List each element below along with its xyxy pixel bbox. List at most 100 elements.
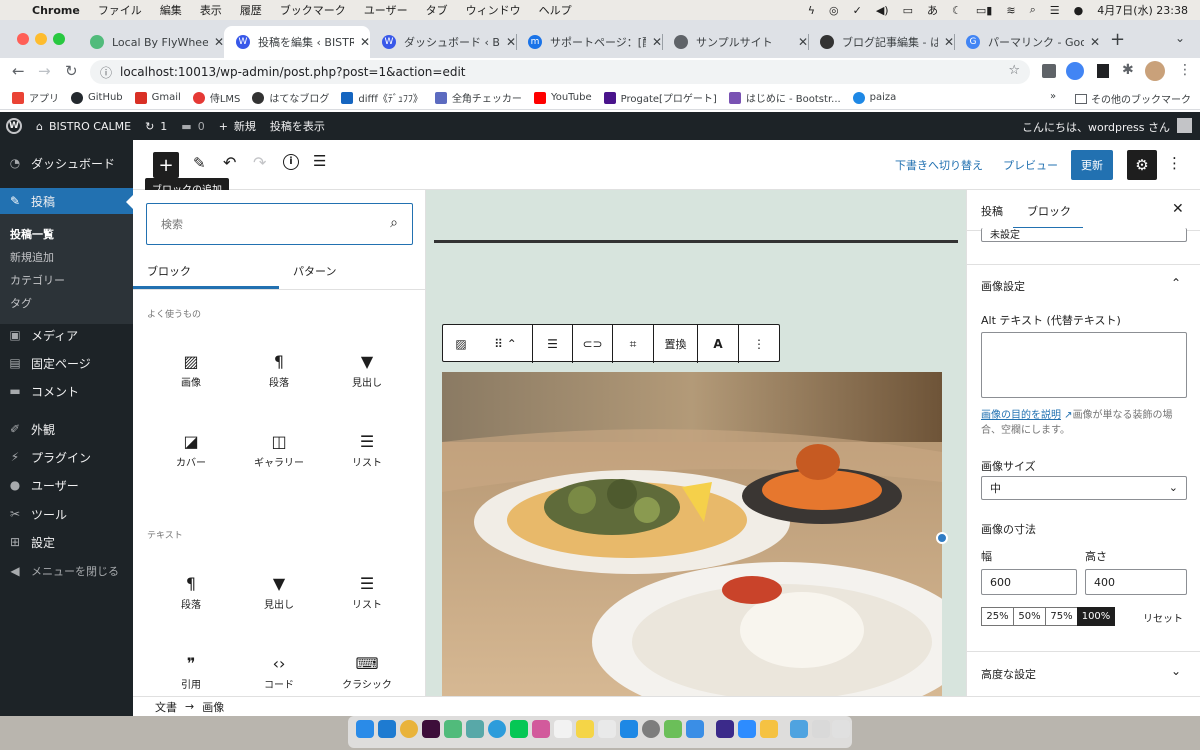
amazon-music-icon[interactable] — [716, 720, 734, 738]
browser-tab[interactable]: m サポートページ：[配 ✕ — [516, 26, 662, 58]
bookmark-item[interactable]: はてなブログ — [252, 90, 329, 105]
bookmark-item[interactable]: はじめに - Bootstr... — [728, 90, 841, 105]
browser-tab[interactable]: Local By FlyWheelで✕ — [78, 26, 224, 58]
admin-new[interactable]: + 新規 — [219, 118, 256, 134]
panel-title-image-settings[interactable]: 画像設定 — [981, 278, 1025, 294]
xd-icon[interactable] — [422, 720, 440, 738]
menu-item[interactable]: 表示 — [200, 2, 222, 18]
sidebar-item-tools[interactable]: ✂ ツール — [0, 501, 133, 527]
browser-tab[interactable]: G パーマリンク - Goog ✕ — [954, 26, 1100, 58]
close-icon[interactable]: ✕ — [652, 35, 662, 49]
reload-button[interactable]: ↻ — [65, 62, 78, 80]
width-input[interactable]: 600 — [981, 569, 1077, 595]
downloads-icon[interactable] — [812, 720, 830, 738]
block-item-heading[interactable]: ▼ 見出し — [323, 350, 411, 389]
maximize-window-button[interactable] — [53, 33, 65, 45]
alt-purpose-link[interactable]: 画像の目的を説明 — [981, 410, 1061, 421]
size-75-button[interactable]: 75% — [1045, 607, 1078, 626]
sidebar-item-pages[interactable]: ▤ 固定ページ — [0, 350, 133, 376]
system-preferences-icon[interactable] — [642, 720, 660, 738]
volume-icon[interactable]: ◀) — [876, 4, 889, 17]
add-block-button[interactable]: + — [153, 152, 179, 178]
tools-pencil-icon[interactable]: ✎ — [193, 154, 206, 172]
close-window-button[interactable] — [17, 33, 29, 45]
skype-icon[interactable] — [488, 720, 506, 738]
link-icon[interactable]: ⊂⊃ — [573, 325, 613, 363]
block-item-image[interactable]: ▨ 画像 — [147, 350, 235, 389]
chevron-down-icon[interactable]: ⌄ — [1171, 664, 1181, 678]
tab-post[interactable]: 投稿 — [981, 203, 1003, 219]
back-button[interactable]: ← — [12, 62, 25, 80]
block-item-list[interactable]: ☰ リスト — [323, 430, 411, 469]
settings-gear-icon[interactable]: ⚙ — [1127, 150, 1157, 180]
bookmark-item[interactable]: 全角チェッカー — [434, 90, 522, 105]
block-item-classic[interactable]: ⌨ クラシック — [323, 652, 411, 691]
clock[interactable]: 4月7日(水) 23:38 — [1097, 2, 1188, 18]
preview-button[interactable]: プレビュー — [1003, 157, 1058, 173]
separator-block[interactable] — [434, 240, 958, 243]
sidebar-sub-add-new[interactable]: 新規追加 — [10, 249, 54, 265]
bookmark-star-icon[interactable]: ☆ — [1008, 63, 1020, 78]
sidebar-item-posts[interactable]: ✎ 投稿 — [0, 188, 133, 214]
notes-icon[interactable] — [576, 720, 594, 738]
vscode-icon[interactable] — [378, 720, 396, 738]
crop-icon[interactable]: ⌗ — [613, 325, 654, 363]
menu-app-name[interactable]: Chrome — [32, 4, 80, 17]
puzzle-icon[interactable]: ✱ — [1122, 62, 1134, 78]
menu-item[interactable]: 編集 — [160, 2, 182, 18]
bookmark-item[interactable]: paiza — [852, 91, 896, 104]
wifi-icon[interactable]: ≋ — [1006, 4, 1015, 17]
drag-move-handle[interactable]: ⠿ ⌃ — [479, 325, 533, 363]
alt-text-field[interactable] — [981, 332, 1187, 398]
menu-item[interactable]: 履歴 — [240, 2, 262, 18]
local-icon[interactable] — [444, 720, 462, 738]
admin-greeting[interactable]: こんにちは、wordpress さん — [1022, 119, 1170, 135]
tab-search-icon[interactable]: ⌄ — [1175, 31, 1185, 45]
bookmark-item[interactable]: 侍LMS — [192, 90, 240, 105]
check-icon[interactable]: ✓ — [853, 4, 862, 17]
battery-icon[interactable]: ▭▮ — [976, 4, 992, 17]
maps-icon[interactable] — [664, 720, 682, 738]
bookmark-item[interactable]: アプリ — [12, 90, 59, 105]
bookmark-item[interactable]: YouTube — [533, 91, 592, 104]
mail-icon[interactable] — [686, 720, 704, 738]
admin-comments[interactable]: ▬ 0 — [181, 120, 204, 133]
close-icon[interactable]: ✕ — [1172, 201, 1184, 217]
replace-button[interactable]: 置換 — [654, 325, 698, 363]
folder-icon[interactable] — [790, 720, 808, 738]
block-item-list[interactable]: ☰ リスト — [323, 572, 411, 611]
url-field[interactable]: ⓘ localhost:10013/wp-admin/post.php?post… — [90, 60, 1030, 84]
block-item-cover[interactable]: ◪ カバー — [147, 430, 235, 469]
bookmark-item[interactable]: GitHub — [71, 91, 123, 104]
align-icon[interactable]: ☰ — [533, 325, 573, 363]
cyberduck-icon[interactable] — [760, 720, 778, 738]
tab-block[interactable]: ブロック — [1027, 203, 1071, 219]
avatar[interactable] — [1145, 61, 1165, 81]
display-icon[interactable]: ▭ — [903, 4, 913, 17]
image-icon[interactable]: ▨ — [443, 325, 479, 363]
more-icon[interactable]: ⋮ — [1178, 62, 1192, 78]
redo-button[interactable]: ↷ — [253, 153, 266, 172]
text-overlay-button[interactable]: A — [698, 325, 739, 363]
block-item-heading[interactable]: ▼ 見出し — [235, 572, 323, 611]
sidebar-sub-all-posts[interactable]: 投稿一覧 — [10, 226, 54, 242]
resize-handle[interactable] — [936, 532, 948, 544]
tab-blocks[interactable]: ブロック — [147, 263, 191, 279]
block-item-paragraph[interactable]: ¶ 段落 — [147, 572, 235, 611]
calendar-icon[interactable] — [554, 720, 572, 738]
slack-icon[interactable] — [532, 720, 550, 738]
style-select[interactable]: 未設定 — [981, 228, 1187, 242]
other-bookmarks[interactable]: その他のブックマーク — [1075, 91, 1191, 106]
block-options-icon[interactable]: ⋮ — [739, 325, 779, 363]
siri-icon[interactable]: ● — [1074, 4, 1084, 17]
block-item-paragraph[interactable]: ¶ 段落 — [235, 350, 323, 389]
admin-site-name[interactable]: ⌂ BISTRO CALME — [36, 120, 131, 133]
chevron-up-icon[interactable]: ⌃ — [1171, 276, 1181, 290]
sidebar-sub-tags[interactable]: タグ — [10, 295, 32, 311]
search-input[interactable]: 検索 ⌕ — [146, 203, 413, 245]
extension-icon[interactable] — [1042, 64, 1056, 78]
size-100-button[interactable]: 100% — [1077, 607, 1115, 626]
switch-to-draft-button[interactable]: 下書きへ切り替え — [895, 157, 983, 173]
sidebar-collapse[interactable]: ◀ メニューを閉じる — [0, 558, 133, 584]
close-icon[interactable]: ✕ — [214, 35, 224, 49]
